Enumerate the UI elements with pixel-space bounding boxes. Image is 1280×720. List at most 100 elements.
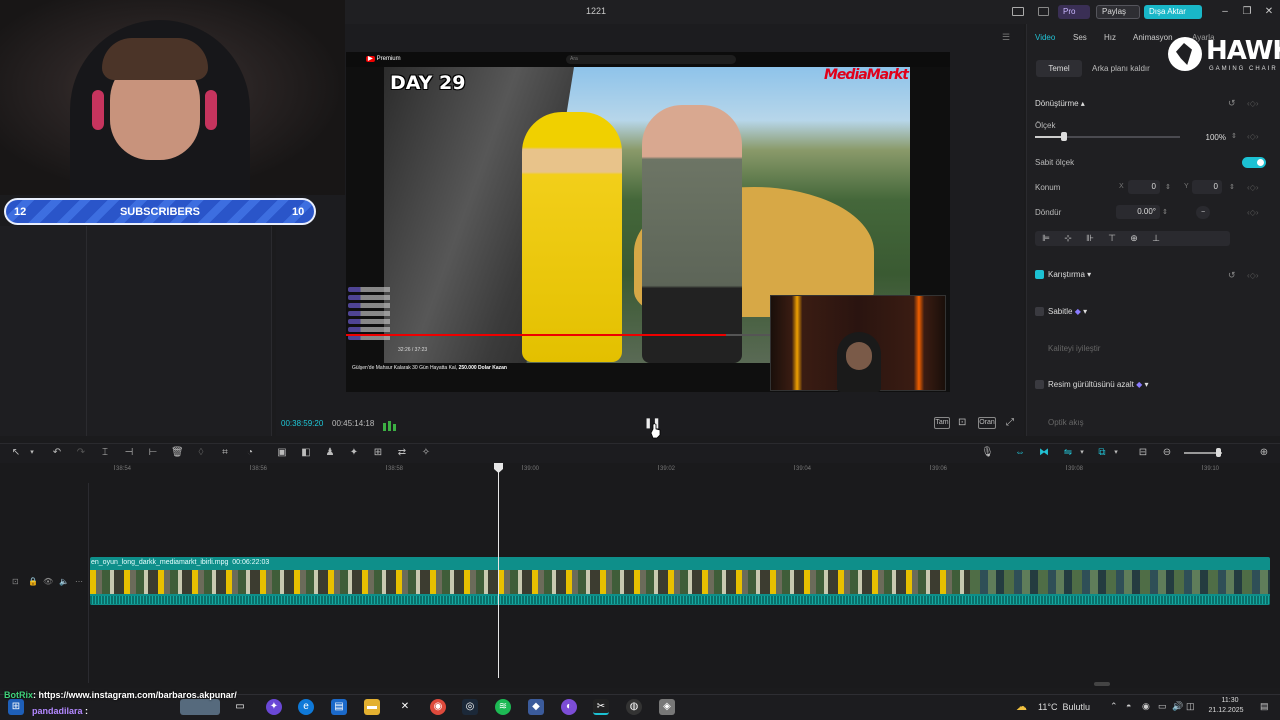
select-dropdown-icon[interactable]: ▾ (26, 447, 38, 459)
notification-icon[interactable]: ▤ (1260, 701, 1269, 712)
weather-text[interactable]: 11°C Bulutlu (1038, 702, 1090, 712)
split-right-icon[interactable]: ⊢ (147, 447, 159, 459)
ratio-button[interactable]: Oran (978, 417, 996, 429)
snap-icon[interactable]: ⧓ (1038, 447, 1050, 459)
position-x-stepper-icon[interactable]: ⇕ (1165, 183, 1171, 191)
align-center-icon[interactable]: ⊹ (1063, 233, 1073, 244)
playhead[interactable] (498, 470, 499, 678)
fit-button[interactable]: Tam (934, 417, 950, 429)
track-more-icon[interactable]: ⋯ (75, 577, 83, 586)
app-icon-c[interactable]: ◈ (659, 699, 675, 715)
track-lock-icon[interactable]: 🔒 (28, 577, 38, 586)
scale-keyframe-icon[interactable]: ‹◇› (1247, 132, 1258, 141)
clock-date[interactable]: 21.12.2025 (1198, 707, 1254, 714)
rotate-field[interactable]: 0.00° (1116, 205, 1160, 219)
clock-time[interactable]: 11:30 (1208, 697, 1252, 704)
split-icon[interactable]: ⌶ (99, 447, 111, 459)
timeline-ruler[interactable] (90, 463, 1280, 475)
reset-icon[interactable]: ↺ (1228, 98, 1236, 109)
marker-icon[interactable]: ◊ (195, 447, 207, 459)
share-button[interactable]: Paylaş (1096, 5, 1140, 19)
align-left-icon[interactable]: ⊫ (1041, 233, 1051, 244)
magic-icon[interactable]: ✦ (348, 447, 360, 459)
transform-section[interactable]: Dönüştürme ▴ (1035, 99, 1085, 108)
player-menu-icon[interactable]: ☰ (1002, 32, 1012, 42)
ai-tool-icon[interactable]: ✧ (420, 447, 432, 459)
crop-icon[interactable]: ⌗ (219, 447, 231, 459)
subtab-basic[interactable]: Temel (1036, 60, 1082, 77)
menu-icon[interactable] (1038, 7, 1049, 16)
preview-axis-icon[interactable]: ⧉ (1096, 447, 1108, 459)
edge-icon[interactable]: e (298, 699, 314, 715)
snapshot-icon[interactable]: ⊡ (958, 417, 970, 429)
uniform-scale-toggle[interactable] (1242, 157, 1266, 168)
track-cover-icon[interactable]: ⊡ (12, 577, 19, 586)
capcut-icon[interactable]: ✂ (593, 699, 609, 715)
mirror-icon[interactable]: ◧ (300, 447, 312, 459)
pro-button[interactable]: Pro (1058, 5, 1090, 19)
position-y-stepper-icon[interactable]: ⇕ (1229, 183, 1235, 191)
undo-icon[interactable]: ↶ (51, 447, 63, 459)
align-right-icon[interactable]: ⊪ (1085, 233, 1095, 244)
position-keyframe-icon[interactable]: ‹◇› (1247, 183, 1258, 192)
track-audio-icon[interactable]: 🔈 (59, 577, 69, 586)
app-icon-b[interactable]: ◐ (561, 699, 577, 715)
tab-animation[interactable]: Animasyon (1133, 33, 1173, 42)
maximize-icon[interactable]: ❐ (1240, 5, 1254, 19)
copilot-icon[interactable]: ✦ (266, 699, 282, 715)
chrome-icon[interactable]: ◉ (430, 699, 446, 715)
microphone-icon[interactable]: 🎙 (981, 447, 994, 459)
minimize-icon[interactable]: – (1218, 5, 1232, 19)
scale-slider-handle[interactable] (1061, 132, 1067, 141)
subtab-remove-background[interactable]: Arka planı kaldır (1092, 64, 1150, 73)
link-audio-icon[interactable]: ⇋ (1062, 447, 1074, 459)
transform-icon[interactable]: ⊞ (372, 447, 384, 459)
link-dropdown-icon[interactable]: ▾ (1076, 447, 1088, 459)
delete-icon[interactable]: 🗑 (171, 447, 184, 459)
scale-value[interactable]: 100% (1196, 131, 1226, 144)
tray-nvidia-icon[interactable]: ◉ (1142, 701, 1150, 712)
xbox-icon[interactable]: ✕ (397, 699, 413, 715)
scale-stepper-icon[interactable]: ⇕ (1231, 132, 1237, 140)
cutout-icon[interactable]: ♟ (324, 447, 336, 459)
tab-speed[interactable]: Hız (1104, 33, 1116, 42)
blend-reset-icon[interactable]: ↺ (1228, 270, 1236, 281)
denoise-checkbox[interactable] (1035, 380, 1044, 389)
caption-icon[interactable]: ⊟ (1137, 447, 1149, 459)
axis-dropdown-icon[interactable]: ▾ (1110, 447, 1122, 459)
rotate-dial-icon[interactable]: − (1196, 206, 1210, 219)
weather-icon[interactable]: ☁ (1016, 700, 1027, 713)
align-top-icon[interactable]: ⊤ (1107, 233, 1117, 244)
align-middle-icon[interactable]: ⊕ (1129, 233, 1139, 244)
close-icon[interactable]: ✕ (1262, 5, 1276, 19)
zoom-in-icon[interactable]: ⊕ (1258, 447, 1270, 459)
position-x-field[interactable]: 0 (1128, 180, 1160, 194)
export-button[interactable]: Dışa Aktar (1144, 5, 1202, 19)
tray-chevron-icon[interactable]: ⌃ (1110, 701, 1118, 712)
keyframe-icon[interactable]: ‹◇› (1247, 99, 1258, 108)
video-preview[interactable]: ▶ Premium Ara DAY 29 MediaMarkt 32:26 / 3… (346, 52, 950, 392)
speed-icon[interactable]: ◔ (244, 447, 256, 459)
start-icon[interactable]: ⊞ (8, 699, 24, 715)
zoom-slider-handle[interactable] (1216, 448, 1221, 457)
freeze-icon[interactable]: ▣ (276, 447, 288, 459)
split-left-icon[interactable]: ⊣ (123, 447, 135, 459)
obs-icon[interactable]: ◍ (626, 699, 642, 715)
blend-keyframe-icon[interactable]: ‹◇› (1247, 271, 1258, 280)
tray-extra-icon[interactable]: ◫ (1186, 701, 1195, 712)
tray-app-icon[interactable]: ◓ (1126, 701, 1131, 711)
search-thumb[interactable] (180, 699, 220, 715)
stabilize-checkbox[interactable] (1035, 307, 1044, 316)
steam-icon[interactable]: ◎ (462, 699, 478, 715)
timeline-scrollbar[interactable] (1094, 682, 1110, 686)
store-icon[interactable]: ▤ (331, 699, 347, 715)
replace-icon[interactable]: ⇄ (396, 447, 408, 459)
fullscreen-icon[interactable]: ⤢ (1006, 417, 1018, 429)
select-tool-icon[interactable]: ↖ (10, 447, 22, 459)
position-y-field[interactable]: 0 (1192, 180, 1222, 194)
network-icon[interactable]: ▭ (1158, 701, 1167, 712)
layout-icon[interactable] (1012, 7, 1024, 16)
tab-video[interactable]: Video (1035, 33, 1055, 42)
blend-checkbox[interactable] (1035, 270, 1044, 279)
align-bottom-icon[interactable]: ⊥ (1151, 233, 1161, 244)
